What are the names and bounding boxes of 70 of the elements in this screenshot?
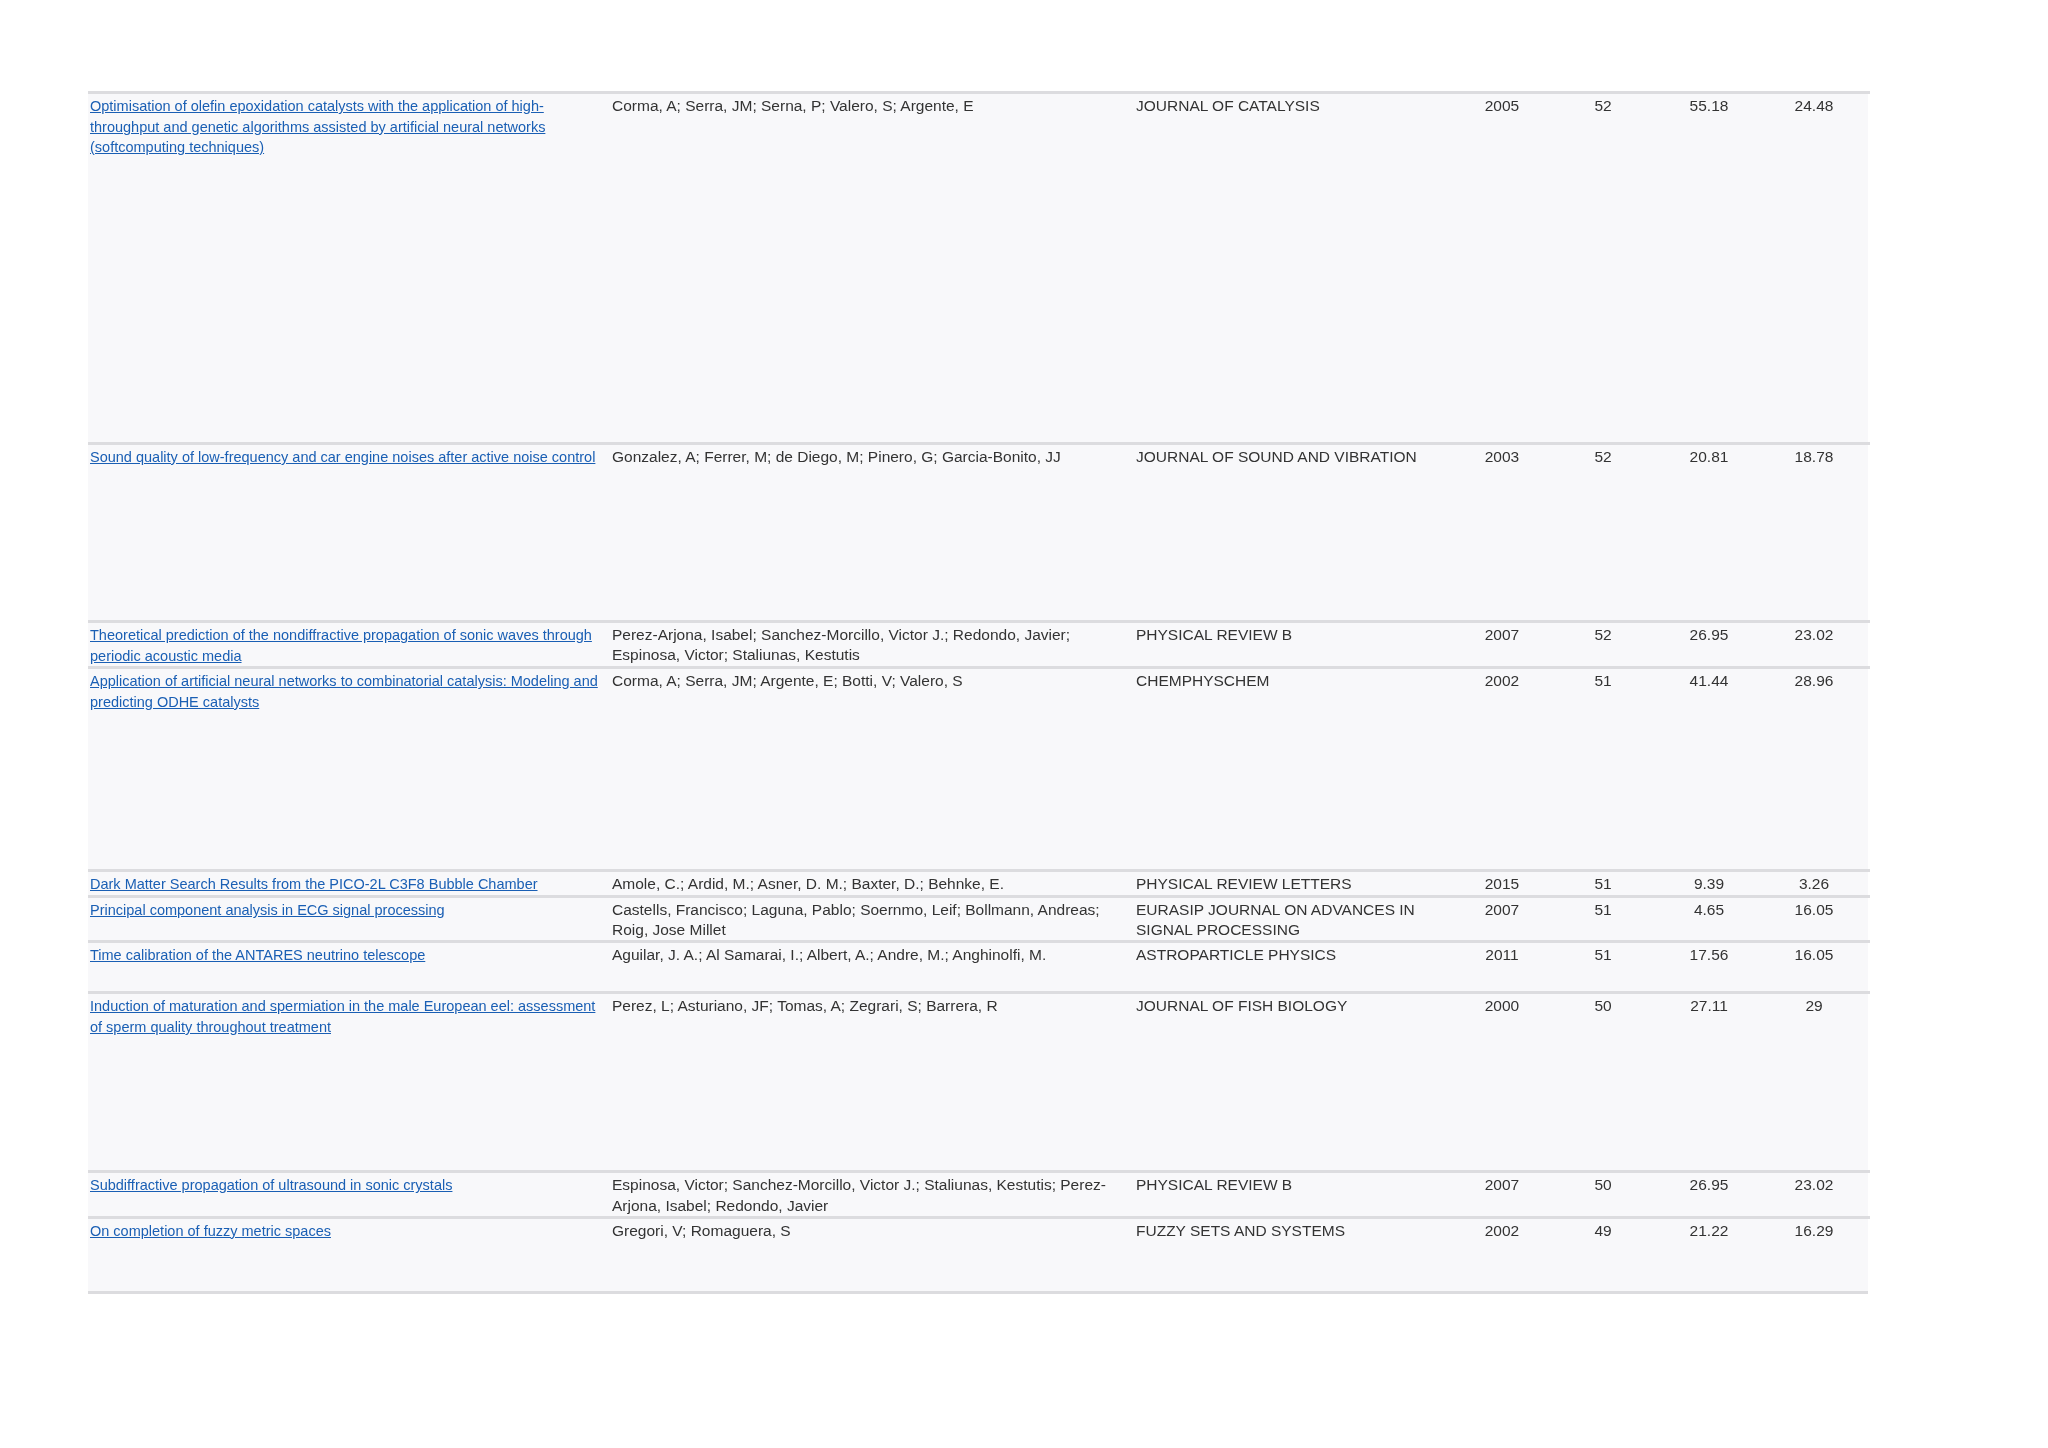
title-link[interactable]: Optimisation of olefin epoxidation catalysts with the application of high-throughput and genetic algorithms assisted by artificial neural networks (softcomputing techniques) [90, 96, 606, 158]
table-cell: 51 [1548, 666, 1660, 870]
table-cell: 16.05 [1760, 940, 1870, 992]
journal-cell: JOURNAL OF FISH BIOLOGY [1128, 991, 1458, 1171]
table-cell: 2002 [1458, 1215, 1548, 1291]
journal-cell: EURASIP JOURNAL ON ADVANCES IN SIGNAL PROCESSING [1128, 895, 1458, 941]
table-cell: 17.56 [1660, 940, 1760, 992]
authors-cell: Corma, A; Serra, JM; Argente, E; Botti, V; Valero, S [610, 666, 1128, 870]
table-cell: 52 [1548, 620, 1660, 667]
title-link[interactable]: On completion of fuzzy metric spaces [90, 1220, 331, 1242]
authors-cell: Perez, L; Asturiano, JF; Tomas, A; Zegrari, S; Barrera, R [610, 991, 1128, 1171]
authors-cell: Amole, C.; Ardid, M.; Asner, D. M.; Baxter, D.; Behnke, E. [610, 869, 1128, 896]
title-link[interactable]: Application of artificial neural networks to combinatorial catalysis: Modeling and predicting ODHE catalysts [90, 671, 606, 713]
table-cell: 2000 [1458, 991, 1548, 1171]
table-cell: 24.48 [1760, 91, 1870, 442]
table-cell: 28.96 [1760, 666, 1870, 870]
title-link[interactable]: Induction of maturation and spermiation in the male European eel: assessment of sperm quality throughout treatment [90, 996, 606, 1038]
table-cell: 2007 [1458, 895, 1548, 941]
journal-cell: JOURNAL OF SOUND AND VIBRATION [1128, 442, 1458, 620]
table-cell: 51 [1548, 940, 1660, 992]
table-cell: 52 [1548, 91, 1660, 442]
table-cell: 21.22 [1660, 1215, 1760, 1291]
title-link[interactable]: Sound quality of low-frequency and car engine noises after active noise control [90, 447, 596, 468]
table-cell: 23.02 [1760, 1170, 1870, 1216]
table-cell: 16.05 [1760, 895, 1870, 941]
table-cell: 26.95 [1660, 620, 1760, 667]
table-cell: 29 [1760, 991, 1870, 1171]
title-link[interactable]: Time calibration of the ANTARES neutrino telescope [90, 945, 426, 966]
table-cell: 23.02 [1760, 620, 1870, 667]
table-cell: 49 [1548, 1215, 1660, 1291]
journal-cell: PHYSICAL REVIEW B [1128, 1170, 1458, 1216]
table-cell: 3.26 [1760, 869, 1870, 896]
table-cell: 27.11 [1660, 991, 1760, 1171]
table-cell: 55.18 [1660, 91, 1760, 442]
authors-cell: Espinosa, Victor; Sanchez-Morcillo, Victor J.; Staliunas, Kestutis; Perez-Arjona, Isabel; Redondo, Javier [610, 1170, 1128, 1216]
table-cell: 2007 [1458, 620, 1548, 667]
table-cell: 9.39 [1660, 869, 1760, 896]
table-cell: 52 [1548, 442, 1660, 620]
table-cell: 2003 [1458, 442, 1548, 620]
table-cell: 26.95 [1660, 1170, 1760, 1216]
table-cell: 50 [1548, 1170, 1660, 1216]
table-cell: 2007 [1458, 1170, 1548, 1216]
authors-cell: Aguilar, J. A.; Al Samarai, I.; Albert, A.; Andre, M.; Anghinolfi, M. [610, 940, 1128, 992]
title-link[interactable]: Subdiffractive propagation of ultrasound in sonic crystals [90, 1175, 453, 1196]
title-link[interactable]: Principal component analysis in ECG signal processing [90, 900, 445, 921]
table-cell: 2015 [1458, 869, 1548, 896]
journal-cell: CHEMPHYSCHEM [1128, 666, 1458, 870]
journal-cell: JOURNAL OF CATALYSIS [1128, 91, 1458, 442]
title-link[interactable]: Theoretical prediction of the nondiffractive propagation of sonic waves through periodic acoustic media [90, 625, 606, 667]
table-cell: 20.81 [1660, 442, 1760, 620]
table-cell: 41.44 [1660, 666, 1760, 870]
authors-cell: Castells, Francisco; Laguna, Pablo; Soernmo, Leif; Bollmann, Andreas; Roig, Jose Millet [610, 895, 1128, 941]
journal-cell: PHYSICAL REVIEW B [1128, 620, 1458, 667]
table-cell: 18.78 [1760, 442, 1870, 620]
table-cell: 51 [1548, 869, 1660, 896]
table-cell: 2005 [1458, 91, 1548, 442]
table-cell: 2002 [1458, 666, 1548, 870]
authors-cell: Gonzalez, A; Ferrer, M; de Diego, M; Pinero, G; Garcia-Bonito, JJ [610, 442, 1128, 620]
table-cell: 50 [1548, 991, 1660, 1171]
authors-cell: Gregori, V; Romaguera, S [610, 1215, 1128, 1291]
table-cell: 51 [1548, 895, 1660, 941]
journal-cell: FUZZY SETS AND SYSTEMS [1128, 1215, 1458, 1291]
journal-cell: PHYSICAL REVIEW LETTERS [1128, 869, 1458, 896]
title-link[interactable]: Dark Matter Search Results from the PICO-2L C3F8 Bubble Chamber [90, 874, 538, 895]
table-cell: 4.65 [1660, 895, 1760, 941]
table-cell: 2011 [1458, 940, 1548, 992]
journal-cell: ASTROPARTICLE PHYSICS [1128, 940, 1458, 992]
authors-cell: Perez-Arjona, Isabel; Sanchez-Morcillo, Victor J.; Redondo, Javier; Espinosa, Victor; Staliunas, Kestutis [610, 620, 1128, 667]
authors-cell: Corma, A; Serra, JM; Serna, P; Valero, S; Argente, E [610, 91, 1128, 442]
table-cell: 16.29 [1760, 1215, 1870, 1291]
